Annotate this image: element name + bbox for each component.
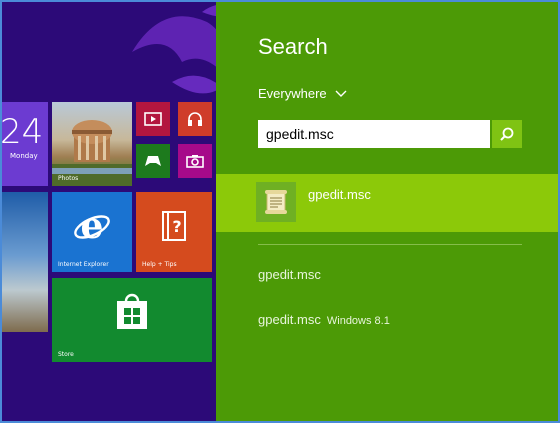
internet-explorer-icon: e — [52, 202, 132, 250]
photos-tile-label: Photos — [58, 175, 79, 182]
calendar-date-number: 24 — [2, 112, 44, 152]
search-icon — [500, 127, 514, 141]
help-book-icon: ? — [136, 204, 212, 248]
search-scope-dropdown[interactable]: Everywhere — [258, 86, 347, 101]
music-tile[interactable] — [178, 102, 212, 136]
search-suggestion-text: gpedit.msc — [258, 312, 321, 327]
headphones-icon — [178, 102, 212, 136]
games-tile[interactable] — [136, 144, 170, 178]
search-button[interactable] — [492, 120, 522, 148]
video-icon — [136, 102, 170, 136]
store-bag-icon — [52, 286, 212, 338]
desktop-tile[interactable] — [2, 192, 48, 332]
results-divider — [258, 244, 522, 245]
store-tile[interactable]: Store — [52, 278, 212, 362]
search-suggestion-text: gpedit.msc — [258, 267, 321, 282]
top-search-result-label: gpedit.msc — [308, 187, 371, 202]
search-suggestion[interactable]: gpedit.msc Windows 8.1 — [258, 312, 390, 327]
search-suggestion-scope-hint: Windows 8.1 — [326, 315, 390, 327]
search-suggestion[interactable]: gpedit.msc — [258, 267, 321, 282]
camera-icon — [178, 144, 212, 178]
svg-text:e: e — [81, 206, 104, 246]
start-screen: 24 Monday Photos e Internet Explorer ? H… — [2, 2, 216, 421]
background-swirl-decoration — [132, 5, 216, 94]
policy-scroll-icon — [256, 182, 296, 222]
video-tile[interactable] — [136, 102, 170, 136]
help-tips-tile[interactable]: ? Help + Tips — [136, 192, 212, 272]
svg-text:?: ? — [172, 217, 181, 236]
palace-of-fine-arts-image — [52, 120, 132, 186]
internet-explorer-tile[interactable]: e Internet Explorer — [52, 192, 132, 272]
help-tips-tile-label: Help + Tips — [142, 261, 177, 268]
top-search-result[interactable]: gpedit.msc — [216, 174, 558, 232]
calendar-tile[interactable]: 24 Monday — [2, 102, 48, 186]
search-title: Search — [258, 34, 328, 59]
camera-tile[interactable] — [178, 144, 212, 178]
game-controller-icon — [136, 144, 170, 178]
search-input-container — [258, 120, 490, 148]
store-tile-label: Store — [58, 351, 74, 358]
photos-tile[interactable]: Photos — [52, 102, 132, 186]
search-scope-label: Everywhere — [258, 86, 327, 101]
search-charm-pane: Search Everywhere gpedit.msc gpedit.msc … — [216, 2, 558, 421]
screen-frame: 24 Monday Photos e Internet Explorer ? H… — [0, 0, 560, 423]
calendar-day-label: Monday — [10, 152, 38, 160]
chevron-down-icon — [335, 90, 347, 97]
search-input[interactable] — [258, 120, 490, 148]
internet-explorer-tile-label: Internet Explorer — [58, 261, 109, 268]
